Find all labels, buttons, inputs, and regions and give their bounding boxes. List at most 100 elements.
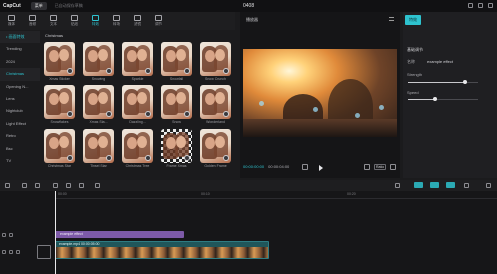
download-icon[interactable] xyxy=(223,111,229,117)
effect-card[interactable]: Xmas Sta... xyxy=(83,85,114,126)
download-icon[interactable] xyxy=(184,68,190,74)
maximize-icon[interactable] xyxy=(478,3,483,8)
snap-icon[interactable] xyxy=(430,182,439,188)
download-icon[interactable] xyxy=(145,68,151,74)
video-clip[interactable]: example.mp4 00:00:05:00 xyxy=(55,241,269,259)
effect-card[interactable]: Snowfall xyxy=(161,42,192,83)
menu-icon[interactable] xyxy=(389,17,394,21)
cover-button[interactable] xyxy=(37,245,51,259)
speed-slider[interactable] xyxy=(408,97,478,101)
playhead[interactable] xyxy=(55,191,56,274)
undo-icon[interactable] xyxy=(22,183,27,188)
thumbnail-face xyxy=(137,136,147,148)
effect-card[interactable]: Wonderland xyxy=(200,85,231,126)
lock-icon[interactable] xyxy=(2,249,6,254)
download-icon[interactable] xyxy=(145,111,151,117)
fullscreen-icon[interactable] xyxy=(390,164,396,170)
tab-media[interactable]: 媒体 xyxy=(1,12,22,30)
effect-card[interactable]: Sparkle xyxy=(122,42,153,83)
effect-card[interactable]: Snow Crunch xyxy=(200,42,231,83)
thumbnail-face xyxy=(98,92,108,104)
effect-card[interactable]: Xmas Sticker xyxy=(44,42,75,83)
timeline[interactable]: 00:00 00:10 00:20 example effect example… xyxy=(0,191,497,274)
category-item[interactable]: Christmas xyxy=(0,68,40,81)
effect-card[interactable]: Tinsel Star xyxy=(83,129,114,170)
category-item[interactable]: Retro xyxy=(0,130,40,142)
preview-axis-icon[interactable] xyxy=(446,182,455,188)
download-icon[interactable] xyxy=(184,155,190,161)
timeline-view-icon[interactable] xyxy=(302,164,308,170)
speed-knob[interactable] xyxy=(432,97,437,101)
category-item[interactable]: Bsc xyxy=(0,143,40,155)
download-icon[interactable] xyxy=(106,111,112,117)
category-item[interactable]: TV xyxy=(0,155,40,167)
effect-card[interactable]: Snowflakes xyxy=(44,85,75,126)
tab-adjust[interactable]: 调节 xyxy=(148,12,169,30)
download-icon[interactable] xyxy=(67,111,73,117)
tab-effects[interactable]: 特效 xyxy=(85,12,106,30)
effect-card[interactable]: Snowing xyxy=(83,42,114,83)
details-panel: 特效 基础调节 名称 example effect Strength Speed xyxy=(403,12,497,178)
download-icon[interactable] xyxy=(223,68,229,74)
microphone-icon[interactable] xyxy=(395,183,400,188)
audio-icon[interactable] xyxy=(16,249,20,254)
menu-button[interactable]: 菜单 xyxy=(30,2,47,10)
eye-icon[interactable] xyxy=(9,232,13,237)
video-preview[interactable] xyxy=(243,49,397,137)
download-icon[interactable] xyxy=(106,68,112,74)
effect-card[interactable]: Golden Frame xyxy=(200,129,231,170)
split-left-icon[interactable] xyxy=(66,183,71,188)
download-icon[interactable] xyxy=(223,155,229,161)
tab-filters[interactable]: 滤镜 xyxy=(127,12,148,30)
effect-card[interactable]: Christmas Tree xyxy=(122,129,153,170)
thumbnail-face xyxy=(166,93,176,105)
tab-stickers[interactable]: 贴纸 xyxy=(64,12,85,30)
tab-audio[interactable]: 音频 xyxy=(22,12,43,30)
effect-card[interactable]: Snow xyxy=(161,85,192,126)
link-icon[interactable] xyxy=(414,182,423,188)
tab-effect-settings[interactable]: 特效 xyxy=(405,15,421,25)
category-item[interactable]: Trending xyxy=(0,43,40,55)
thumbnail-face xyxy=(205,137,215,149)
close-icon[interactable] xyxy=(488,3,493,8)
project-name[interactable]: 0408 xyxy=(243,3,254,9)
effect-card[interactable]: Dazzling... xyxy=(122,85,153,126)
time-ruler[interactable]: 00:00 00:10 00:20 xyxy=(55,191,497,199)
effects-grid: Christmas Xmas Sticker Snowing Sparkle Snow… xyxy=(40,31,235,178)
category-item[interactable]: Lens xyxy=(0,93,40,105)
zoom-out-icon[interactable] xyxy=(464,183,469,188)
thumbnail-face xyxy=(127,93,137,105)
category-item[interactable]: Light Effect xyxy=(0,118,40,130)
effect-clip[interactable]: example effect xyxy=(55,231,184,238)
category-item[interactable]: • 画面特效 xyxy=(0,31,40,44)
tab-transitions[interactable]: 转场 xyxy=(106,12,127,30)
effect-card[interactable]: Christmas Star xyxy=(44,129,75,170)
thumbnail-face xyxy=(166,50,176,62)
play-button[interactable] xyxy=(319,165,323,171)
effect-card[interactable]: Frame Xmas xyxy=(161,129,192,170)
category-item[interactable]: 2024 xyxy=(0,56,40,68)
select-tool-icon[interactable] xyxy=(5,183,10,188)
category-item[interactable]: Nightclub xyxy=(0,105,40,117)
eye-icon[interactable] xyxy=(9,249,13,254)
effect-card-label: Christmas Tree xyxy=(125,164,150,168)
category-item[interactable]: Opening N... xyxy=(0,81,40,93)
lock-icon[interactable] xyxy=(2,232,6,237)
delete-icon[interactable] xyxy=(95,183,100,188)
download-icon[interactable] xyxy=(67,68,73,74)
download-icon[interactable] xyxy=(106,155,112,161)
download-icon[interactable] xyxy=(184,111,190,117)
redo-icon[interactable] xyxy=(35,183,40,188)
tab-text[interactable]: 文本 xyxy=(43,12,64,30)
minimize-icon[interactable] xyxy=(468,3,473,8)
split-icon[interactable] xyxy=(53,183,58,188)
download-icon[interactable] xyxy=(67,155,73,161)
split-right-icon[interactable] xyxy=(79,183,84,188)
crop-icon[interactable] xyxy=(364,164,370,170)
strength-slider[interactable] xyxy=(408,80,478,84)
download-icon[interactable] xyxy=(145,155,151,161)
zoom-in-icon[interactable] xyxy=(486,183,491,188)
strength-knob[interactable] xyxy=(463,80,468,84)
thumbnail-face xyxy=(88,50,98,62)
ratio-button[interactable]: Ratio xyxy=(374,164,387,170)
